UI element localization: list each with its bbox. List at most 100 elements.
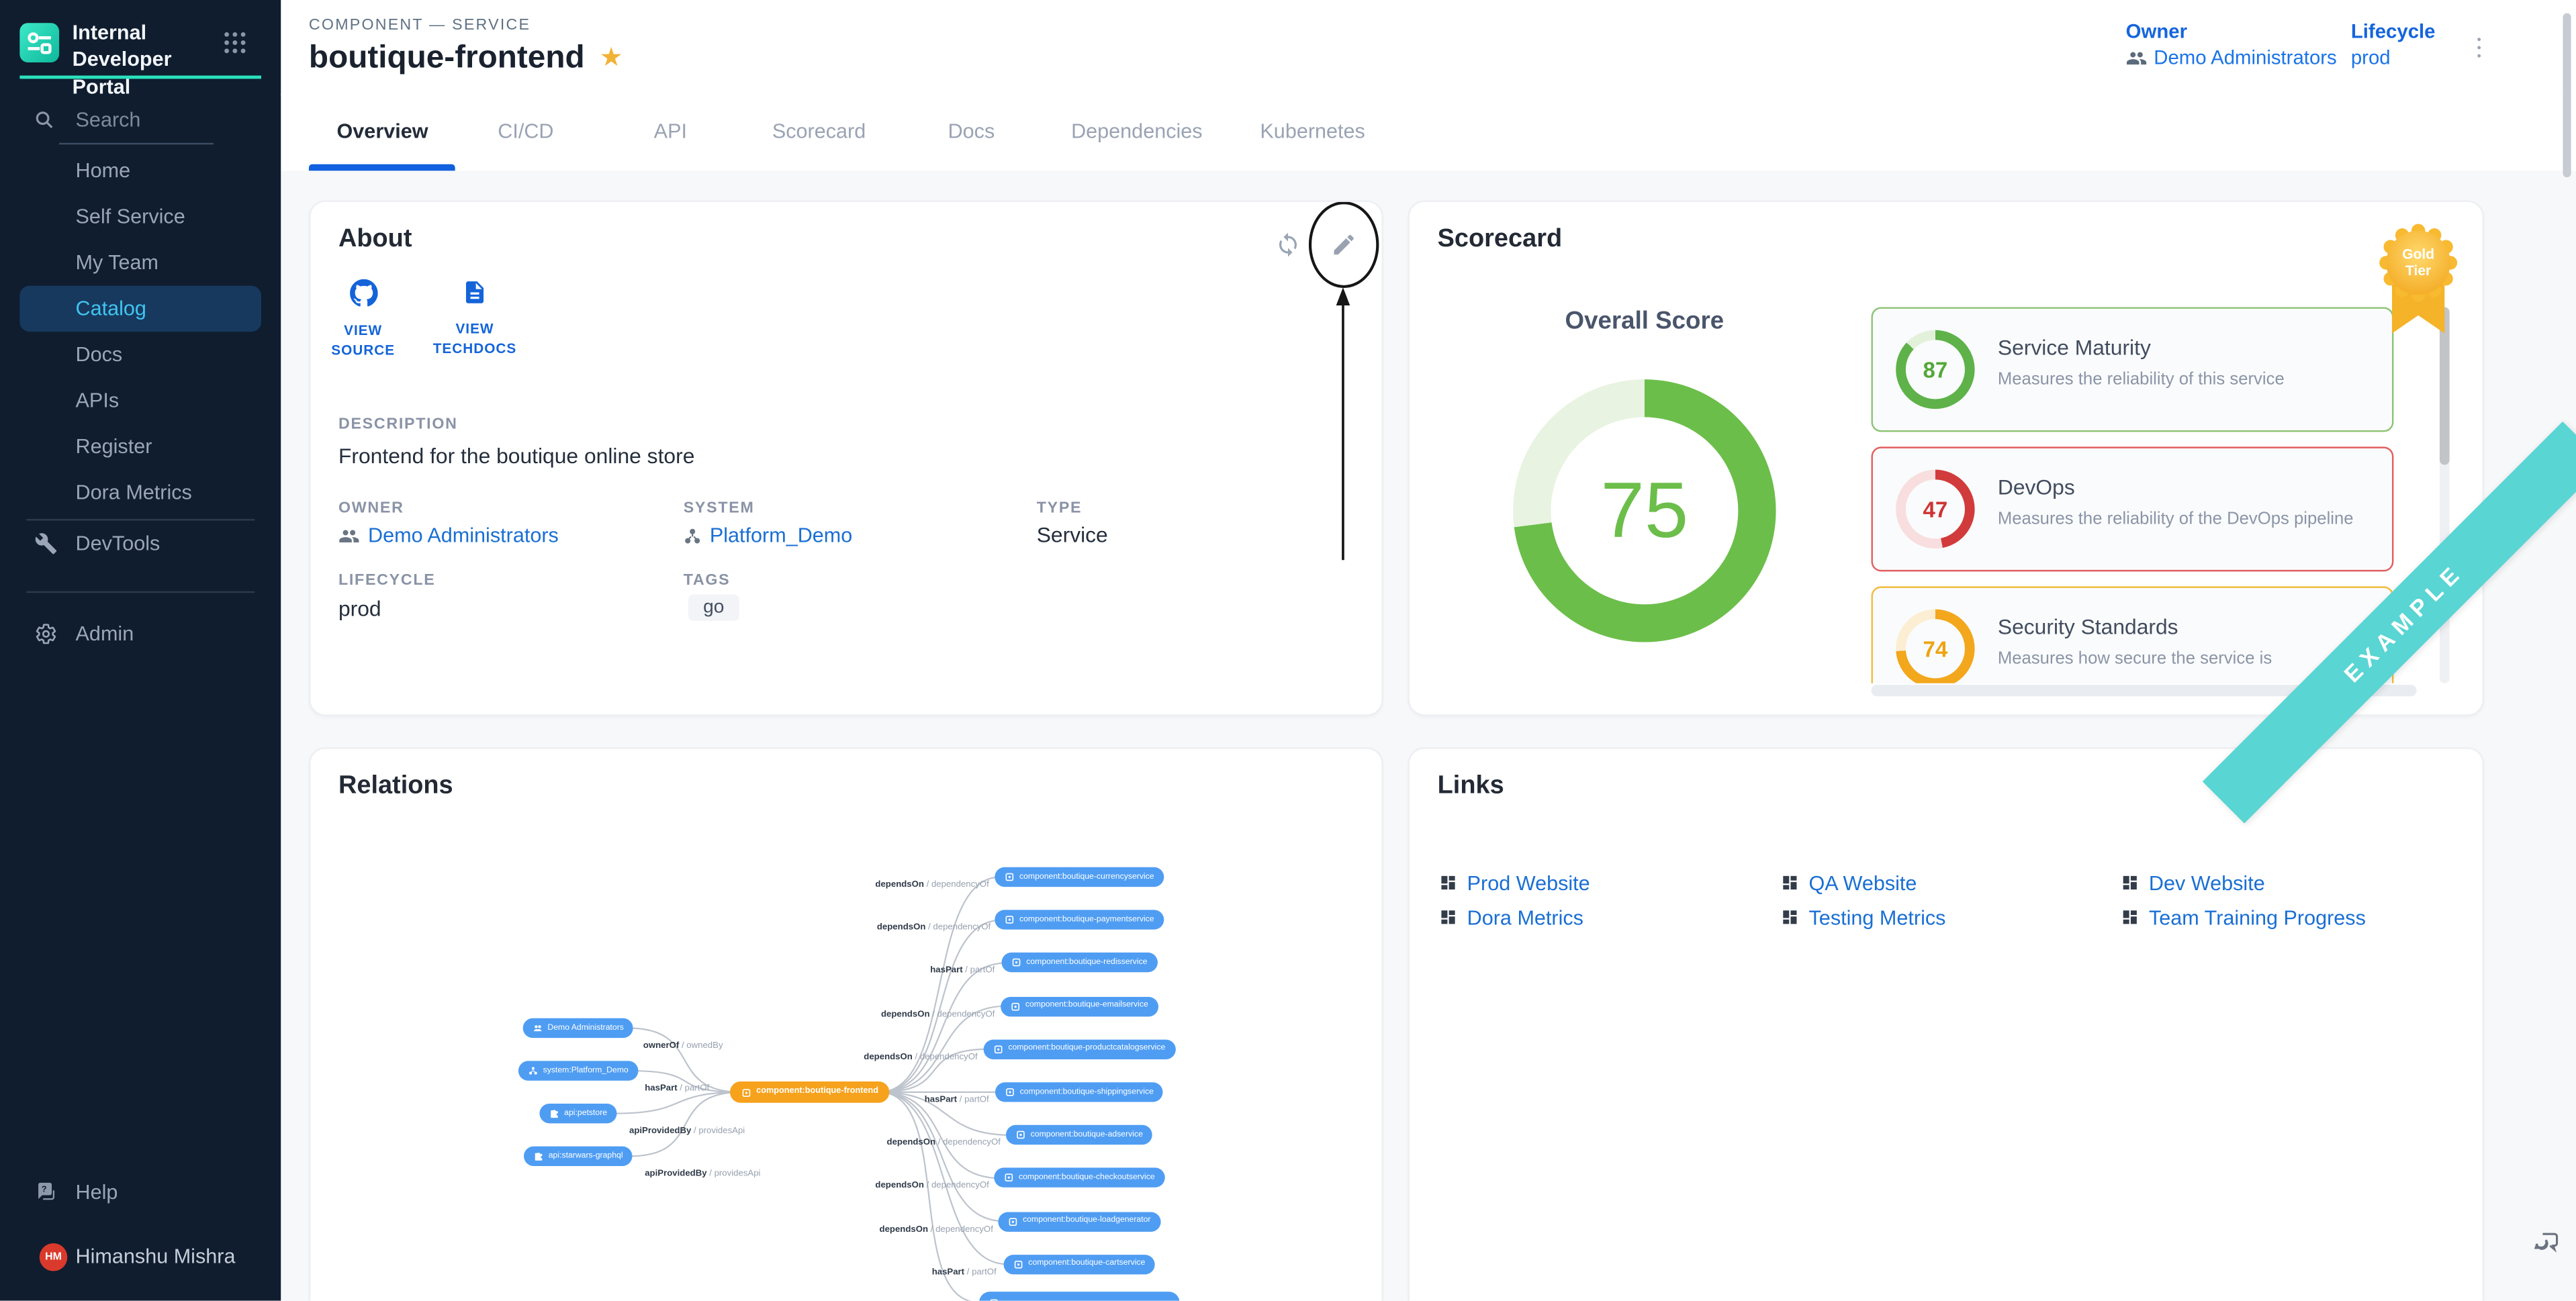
graph-edge-label: dependsOn / dependencyOf: [881, 1010, 995, 1020]
tab-overview[interactable]: Overview: [337, 120, 428, 143]
score-item-devops[interactable]: 47DevOpsMeasures the reliability of the …: [1871, 446, 2393, 571]
scorecard-title: Scorecard: [1438, 225, 1563, 254]
app-logo-icon: [19, 23, 59, 62]
lifecycle-label: Lifecycle: [2351, 19, 2436, 42]
tab-kubernetes[interactable]: Kubernetes: [1260, 120, 1365, 143]
component-icon: [1005, 872, 1015, 882]
component-icon: [1011, 1001, 1021, 1011]
score-description: Measures the reliability of the DevOps p…: [1998, 509, 2354, 528]
dashboard-icon: [1439, 874, 1457, 892]
owner-link[interactable]: Demo Administrators: [2126, 46, 2337, 69]
link-testing-metrics[interactable]: Testing Metrics: [1781, 900, 2121, 934]
sidebar-item-home[interactable]: Home: [19, 148, 261, 194]
page-title: boutique-frontend: [309, 40, 585, 77]
graph-node-partial[interactable]: [979, 1292, 1179, 1300]
graph-node-component-boutique-shippingservice[interactable]: component:boutique-shippingservice: [995, 1082, 1164, 1102]
devtools-label: DevTools: [76, 532, 160, 555]
sidebar-item-docs[interactable]: Docs: [19, 332, 261, 378]
apps-grid-icon[interactable]: [224, 31, 246, 54]
tab-dependencies[interactable]: Dependencies: [1071, 120, 1203, 143]
type-field-label: TYPE: [1037, 499, 1083, 518]
overall-score-label: Overall Score: [1513, 307, 1776, 335]
sidebar-nav: HomeSelf ServiceMy TeamCatalogDocsAPIsRe…: [0, 148, 281, 516]
graph-node-component-boutique-cartservice[interactable]: component:boutique-cartservice: [1004, 1255, 1155, 1274]
sidebar-item-apis[interactable]: APIs: [19, 378, 261, 424]
graph-node-component-boutique-paymentservice[interactable]: component:boutique-paymentservice: [995, 910, 1164, 930]
document-icon: [461, 279, 488, 305]
component-icon: [741, 1088, 751, 1098]
component-icon: [1011, 958, 1021, 968]
graph-edge-label: dependsOn / dependencyOf: [875, 1182, 988, 1192]
help-chat-icon: ?: [34, 1181, 57, 1204]
link-team-training-progress[interactable]: Team Training Progress: [2121, 900, 2366, 934]
graph-edge-label: dependsOn / dependencyOf: [875, 880, 988, 890]
page-scrollbar-thumb[interactable]: [2563, 13, 2571, 178]
sidebar-item-self-service[interactable]: Self Service: [19, 194, 261, 240]
link-prod-website[interactable]: Prod Website: [1439, 865, 1781, 900]
tag-chip[interactable]: go: [688, 595, 739, 621]
type-field-value: Service: [1037, 522, 1108, 547]
score-name: Security Standards: [1998, 614, 2178, 639]
owner-label: Owner: [2126, 19, 2187, 42]
sidebar-user[interactable]: HM Himanshu Mishra: [19, 1233, 261, 1280]
component-icon: [1005, 915, 1015, 925]
more-menu-icon[interactable]: [2468, 31, 2491, 64]
tab-bar: Overview CI/CD API Scorecard Docs Dependencie…: [281, 93, 2576, 171]
graph-edge-label: dependsOn / dependencyOf: [877, 923, 991, 933]
score-item-service-maturity[interactable]: 87Service MaturityMeasures the reliabili…: [1871, 307, 2393, 432]
sidebar-item-admin[interactable]: Admin: [19, 611, 261, 657]
graph-node-component-boutique-emailservice[interactable]: component:boutique-emailservice: [1001, 996, 1158, 1016]
scorecard-vertical-scrollbar[interactable]: [2440, 307, 2450, 683]
sidebar-item-dora-metrics[interactable]: Dora Metrics: [19, 470, 261, 516]
view-techdocs-button[interactable]: VIEW TECHDOCS: [419, 279, 531, 359]
graph-node-component-boutique-redisservice[interactable]: component:boutique-redisservice: [1002, 953, 1158, 973]
graph-node-component-boutique-adservice[interactable]: component:boutique-adservice: [1006, 1125, 1153, 1145]
chat-bubbles-icon[interactable]: [2532, 1228, 2561, 1258]
badge-line-2: Tier: [2405, 263, 2431, 279]
link-dev-website[interactable]: Dev Website: [2121, 865, 2366, 900]
help-label: Help: [76, 1181, 118, 1204]
sidebar-item-help[interactable]: ? Help: [19, 1169, 261, 1216]
favorite-star-icon[interactable]: ★: [600, 45, 623, 71]
graph-node-api-petstore[interactable]: api:petstore: [539, 1104, 616, 1123]
graph-node-component-boutique-currencyservice[interactable]: component:boutique-currencyservice: [995, 867, 1164, 887]
active-tab-underline: [309, 164, 455, 171]
tab-ci-cd[interactable]: CI/CD: [498, 120, 553, 143]
owner-field-link[interactable]: Demo Administrators: [338, 524, 559, 546]
score-value: 74: [1923, 636, 1948, 661]
graph-edge-label: apiProvidedBy / providesApi: [645, 1169, 760, 1179]
graph-node-demo-administrators[interactable]: Demo Administrators: [523, 1018, 634, 1038]
search-label: Search: [76, 108, 141, 131]
edit-pencil-button[interactable]: [1331, 232, 1357, 258]
api-icon: [534, 1151, 544, 1161]
dashboard-icon: [2121, 874, 2139, 892]
about-title: About: [338, 225, 412, 254]
score-ring: 74: [1896, 610, 1974, 683]
sidebar-search[interactable]: Search: [19, 99, 261, 145]
graph-node-component-boutique-loadgenerator[interactable]: component:boutique-loadgenerator: [998, 1211, 1160, 1231]
link-dora-metrics[interactable]: Dora Metrics: [1439, 900, 1781, 934]
refresh-button[interactable]: [1275, 232, 1301, 258]
sidebar-item-register[interactable]: Register: [19, 424, 261, 470]
sidebar-item-catalog[interactable]: Catalog: [19, 286, 261, 332]
system-field-link[interactable]: Platform_Demo: [684, 524, 853, 546]
links-card: Links Prod WebsiteQA WebsiteDev WebsiteD…: [1408, 747, 2484, 1300]
graph-node-component-boutique-frontend[interactable]: component:boutique-frontend: [730, 1081, 890, 1103]
graph-node-component-boutique-checkoutservice[interactable]: component:boutique-checkoutservice: [994, 1168, 1164, 1188]
graph-node-component-boutique-productcatalogservice[interactable]: component:boutique-productcatalogservice: [984, 1039, 1175, 1059]
link-qa-website[interactable]: QA Website: [1781, 865, 2121, 900]
sidebar-item-my-team[interactable]: My Team: [19, 240, 261, 286]
graph-node-system-platform-demo[interactable]: system:Platform_Demo: [518, 1061, 639, 1080]
graph-edge-label: hasPart / partOf: [925, 1096, 989, 1106]
group-icon: [533, 1023, 543, 1033]
search-underline: [59, 143, 214, 144]
graph-node-api-starwars-graphql[interactable]: api:starwars-graphql: [524, 1147, 633, 1166]
view-source-button[interactable]: VIEW SOURCE: [317, 279, 409, 361]
sidebar-item-devtools[interactable]: DevTools: [19, 521, 261, 567]
score-value: 87: [1923, 357, 1948, 382]
component-icon: [1013, 1259, 1023, 1269]
component-icon: [1004, 1173, 1014, 1184]
tab-docs[interactable]: Docs: [948, 120, 995, 143]
tab-api[interactable]: API: [654, 120, 687, 143]
tab-scorecard[interactable]: Scorecard: [772, 120, 866, 143]
